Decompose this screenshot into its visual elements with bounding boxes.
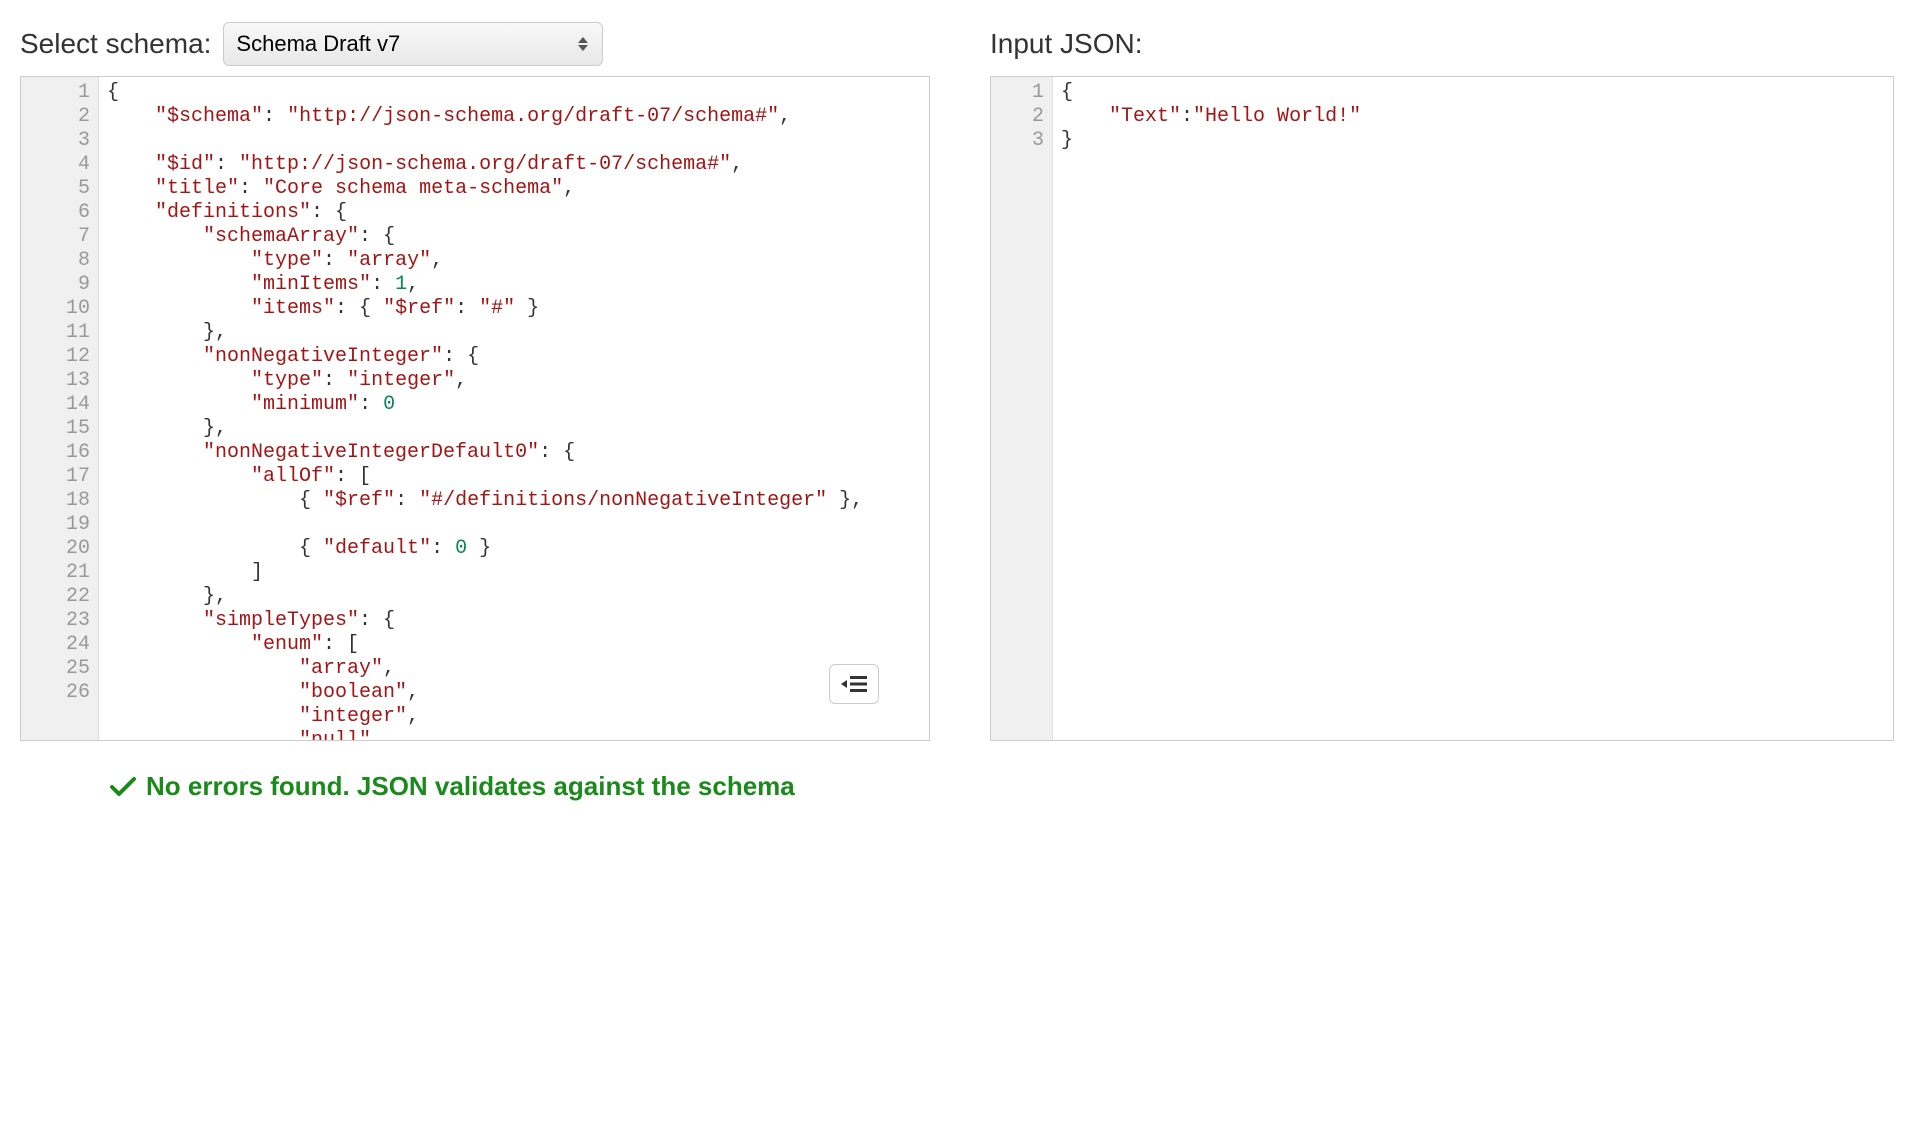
schema-editor-gutter: 1234567891011121314151617181920212223242… [21, 77, 99, 740]
input-json-label: Input JSON: [990, 28, 1143, 60]
json-editor-gutter: 123 [991, 77, 1053, 740]
schema-select-dropdown[interactable]: Schema Draft v7 [223, 22, 603, 66]
schema-editor[interactable]: 1234567891011121314151617181920212223242… [20, 76, 930, 741]
validation-status: No errors found. JSON validates against … [110, 771, 1894, 802]
validation-message-text: No errors found. JSON validates against … [146, 771, 795, 802]
dropdown-arrows-icon [578, 37, 588, 51]
indent-toggle-button[interactable] [829, 664, 879, 704]
json-editor-code[interactable]: { "Text":"Hello World!"} [1053, 77, 1893, 740]
indent-icon [841, 675, 867, 693]
json-editor[interactable]: 123 { "Text":"Hello World!"} [990, 76, 1894, 741]
check-icon [110, 776, 136, 798]
schema-editor-code[interactable]: { "$schema": "http://json-schema.org/dra… [99, 77, 929, 740]
schema-select-label: Select schema: [20, 28, 211, 60]
schema-select-value: Schema Draft v7 [236, 31, 400, 57]
